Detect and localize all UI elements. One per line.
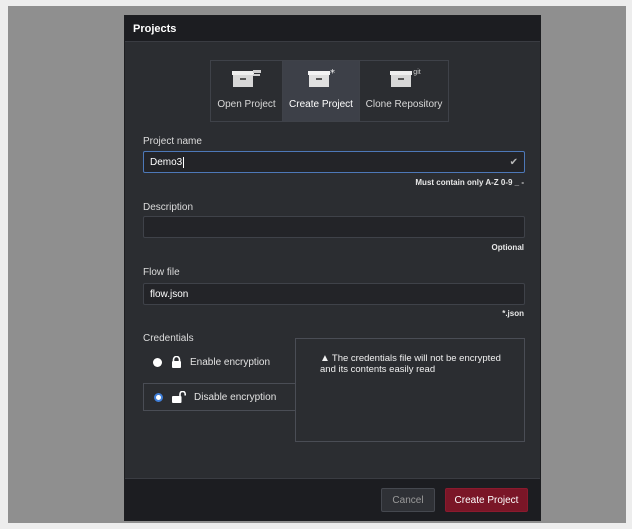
- disable-encryption-label: Disable encryption: [194, 391, 277, 403]
- description-label: Description: [143, 202, 194, 213]
- radio-enable[interactable]: [153, 357, 162, 367]
- flow-file-value: flow.json: [150, 288, 189, 300]
- git-badge: git: [413, 68, 421, 76]
- tab-open-project[interactable]: Open Project: [211, 61, 283, 121]
- credentials-warning-text: The credentials file will not be encrypt…: [320, 353, 501, 375]
- lock-closed-icon: [171, 356, 182, 368]
- project-name-hint: Must contain only A-Z 0-9 _ -: [415, 178, 524, 187]
- lock-open-icon: [172, 391, 186, 403]
- dialog-header: Projects: [125, 16, 540, 42]
- warning-icon: ▲: [320, 353, 330, 364]
- flow-file-input[interactable]: flow.json: [143, 283, 525, 305]
- enable-encryption-label: Enable encryption: [190, 356, 271, 368]
- cancel-button[interactable]: Cancel: [381, 488, 435, 512]
- svg-text:*: *: [330, 68, 335, 79]
- credentials-label: Credentials: [143, 333, 194, 344]
- tab-create-project[interactable]: * Create Project: [283, 61, 360, 121]
- tab-label: Clone Repository: [365, 99, 443, 110]
- tab-label: Open Project: [217, 99, 276, 110]
- tab-label: Create Project: [289, 99, 353, 110]
- radio-disable[interactable]: [154, 392, 163, 402]
- enable-encryption-option[interactable]: Enable encryption: [143, 348, 295, 376]
- project-name-input[interactable]: Demo3 ✔: [143, 151, 525, 173]
- box-git-icon: git: [384, 67, 424, 89]
- box-open-icon: [227, 67, 267, 89]
- disable-encryption-option[interactable]: Disable encryption: [143, 383, 296, 411]
- description-input[interactable]: [143, 216, 525, 238]
- tab-clone-repository[interactable]: git Clone Repository: [360, 61, 448, 121]
- create-project-button[interactable]: Create Project: [445, 488, 528, 512]
- projects-dialog: Projects Open Project * Create Project g…: [124, 15, 541, 521]
- credentials-info-panel: ▲ The credentials file will not be encryp…: [295, 338, 525, 442]
- box-plus-icon: *: [301, 67, 341, 89]
- dialog-footer: Cancel Create Project: [125, 478, 540, 520]
- project-mode-tabs: Open Project * Create Project git Clone …: [210, 60, 449, 122]
- project-name-label: Project name: [143, 136, 202, 147]
- flow-file-label: Flow file: [143, 267, 180, 278]
- dialog-title: Projects: [133, 22, 177, 35]
- check-icon: ✔: [509, 157, 518, 168]
- description-hint: Optional: [491, 243, 524, 252]
- project-name-value: Demo3: [150, 156, 183, 168]
- flow-file-hint: *.json: [502, 309, 524, 318]
